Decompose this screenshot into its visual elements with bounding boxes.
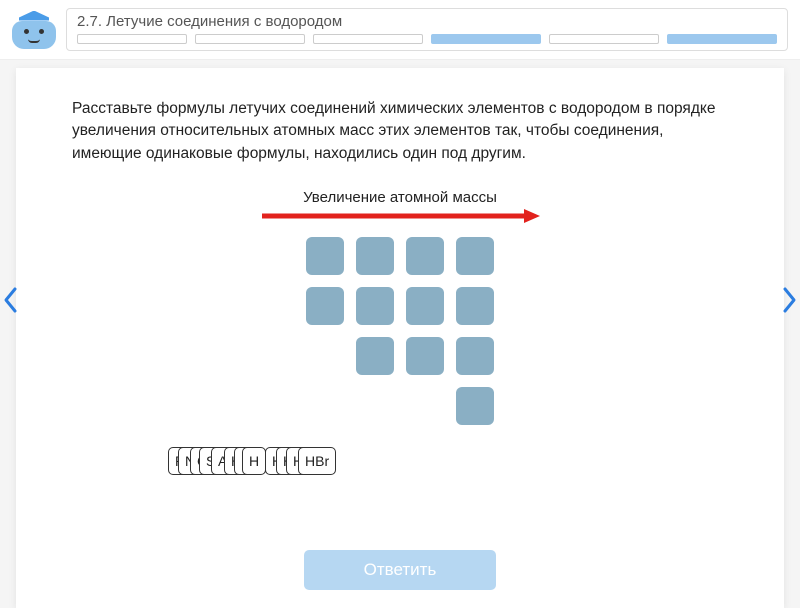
- drop-slot[interactable]: [356, 237, 394, 275]
- drop-slot[interactable]: [406, 287, 444, 325]
- question-card: Расставьте формулы летучих соединений хи…: [16, 68, 784, 608]
- drop-slot[interactable]: [406, 337, 444, 375]
- header: 2.7. Летучие соединения с водородом: [0, 0, 800, 60]
- progress-segment[interactable]: [77, 34, 187, 44]
- tiles-row: PNCSAHHHHHHHBr: [168, 447, 728, 481]
- submit-wrap: Ответить: [16, 550, 784, 590]
- slot-grid: [306, 237, 494, 425]
- drop-slot[interactable]: [356, 337, 394, 375]
- prev-arrow-icon[interactable]: [2, 286, 20, 314]
- arrow-icon: [260, 208, 540, 224]
- draggable-tile[interactable]: H: [242, 447, 266, 475]
- grid-area: [72, 237, 728, 425]
- next-arrow-icon[interactable]: [780, 286, 798, 314]
- submit-button[interactable]: Ответить: [304, 550, 497, 590]
- progress-segment[interactable]: [667, 34, 777, 44]
- arrow-label: Увеличение атомной массы: [72, 189, 728, 206]
- drop-slot[interactable]: [306, 287, 344, 325]
- page-title: 2.7. Летучие соединения с водородом: [77, 13, 777, 30]
- progress-segment[interactable]: [195, 34, 305, 44]
- title-block: 2.7. Летучие соединения с водородом: [66, 8, 788, 51]
- drop-slot[interactable]: [306, 237, 344, 275]
- progress-segment[interactable]: [313, 34, 423, 44]
- logo[interactable]: [12, 11, 56, 49]
- drop-slot[interactable]: [456, 287, 494, 325]
- question-text: Расставьте формулы летучих соединений хи…: [72, 98, 728, 165]
- drop-slot[interactable]: [356, 287, 394, 325]
- progress-row: [77, 34, 777, 44]
- drop-slot[interactable]: [456, 337, 494, 375]
- arrow-block: Увеличение атомной массы: [72, 189, 728, 229]
- progress-segment[interactable]: [549, 34, 659, 44]
- progress-segment[interactable]: [431, 34, 541, 44]
- draggable-tile[interactable]: HBr: [298, 447, 336, 475]
- drop-slot[interactable]: [456, 237, 494, 275]
- drop-slot[interactable]: [406, 237, 444, 275]
- drop-slot[interactable]: [456, 387, 494, 425]
